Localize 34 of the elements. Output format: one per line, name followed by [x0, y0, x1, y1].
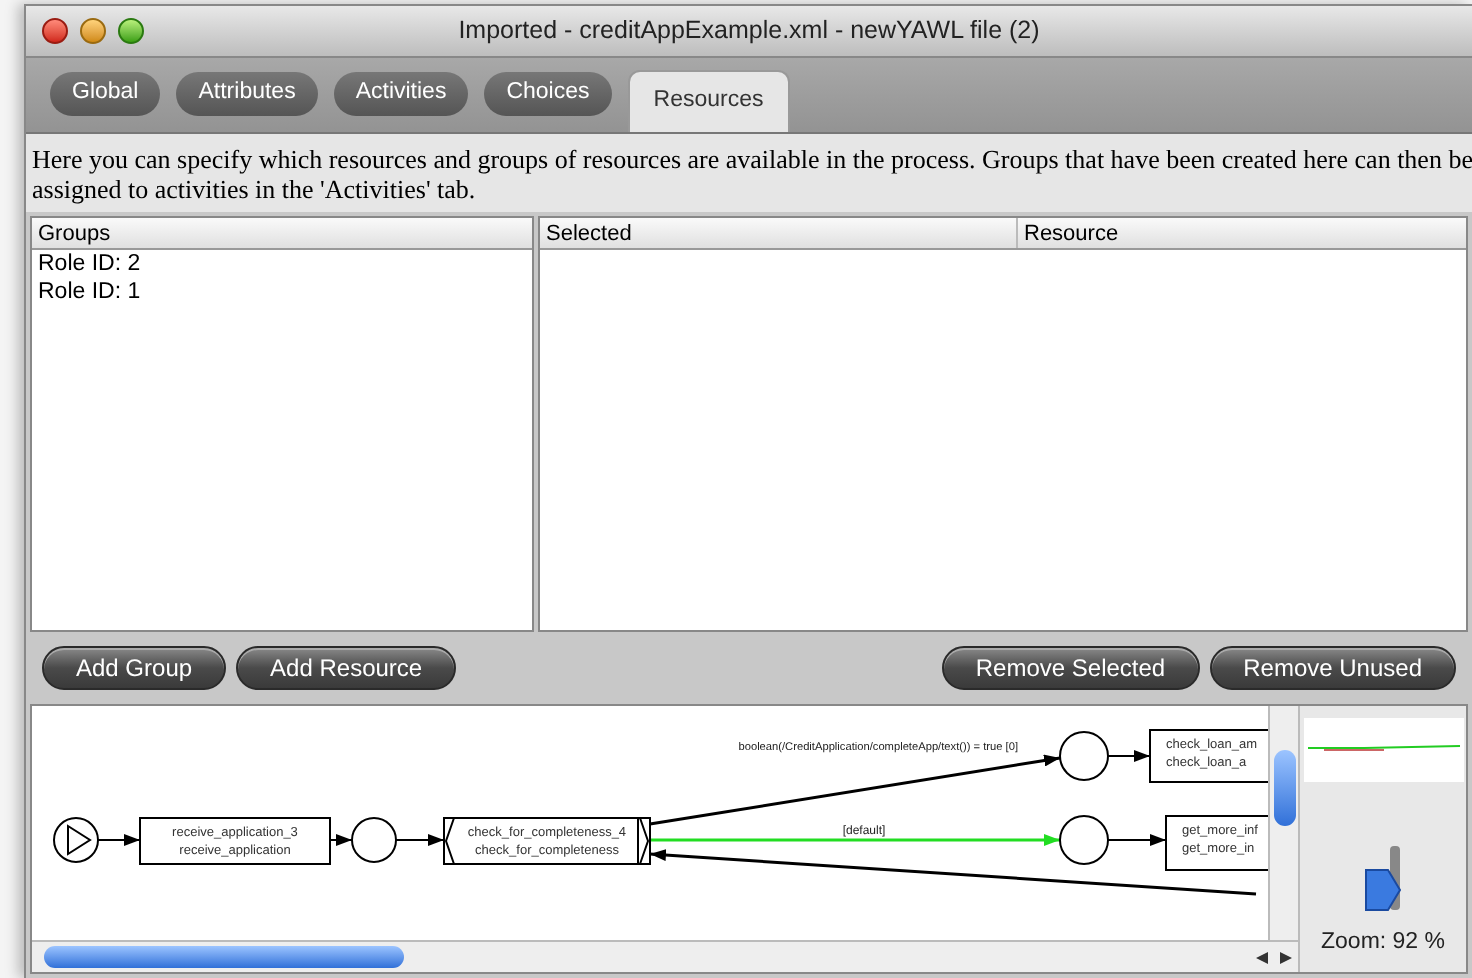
action-button[interactable]: Remove Selected — [941, 646, 1200, 690]
zoom-slider-icon[interactable] — [1359, 842, 1407, 914]
zoom-level: Zoom: 92 % — [1321, 928, 1445, 958]
overview-preview[interactable] — [1303, 718, 1463, 782]
column-header: Groups — [32, 218, 532, 250]
tab[interactable]: Activities — [333, 72, 469, 116]
action-button[interactable]: Add Resource — [236, 646, 457, 690]
action-button[interactable]: Add Group — [42, 646, 227, 690]
flow-arrow — [329, 834, 353, 846]
tab[interactable]: Global — [50, 72, 161, 116]
condition-node — [1059, 731, 1109, 781]
group-row[interactable]: Role ID: 2 — [32, 250, 532, 278]
flow-arrow — [395, 834, 445, 846]
tab[interactable]: Resources — [627, 70, 790, 132]
task-box — [1149, 729, 1268, 783]
task-box — [1165, 815, 1268, 871]
description-text: Here you can specify which resources and groups of resources are available in the process. Groups that have been created here can then be assigned to activities in the 'Activities' tab. — [26, 134, 1472, 212]
flow-arrow — [97, 834, 141, 846]
flow-arrow — [1107, 834, 1167, 846]
column-header: Selected — [540, 218, 1018, 248]
window-title: Imported - creditAppExample.xml - newYAWL file (2) — [458, 14, 1040, 49]
vertical-scrollbar[interactable] — [1268, 706, 1298, 940]
group-row[interactable]: Role ID: 1 — [32, 278, 532, 306]
minimize-button[interactable] — [80, 18, 106, 44]
condition-node — [351, 817, 397, 863]
condition-node — [1059, 815, 1109, 865]
tab[interactable]: Choices — [484, 72, 612, 116]
action-button[interactable]: Remove Unused — [1209, 646, 1456, 690]
start-condition-icon — [53, 817, 99, 863]
zoom-button[interactable] — [118, 18, 144, 44]
flow-arrow — [1107, 750, 1151, 762]
column-header: Resource — [1022, 220, 1121, 248]
close-button[interactable] — [42, 18, 68, 44]
tab[interactable]: Attributes — [176, 72, 318, 116]
